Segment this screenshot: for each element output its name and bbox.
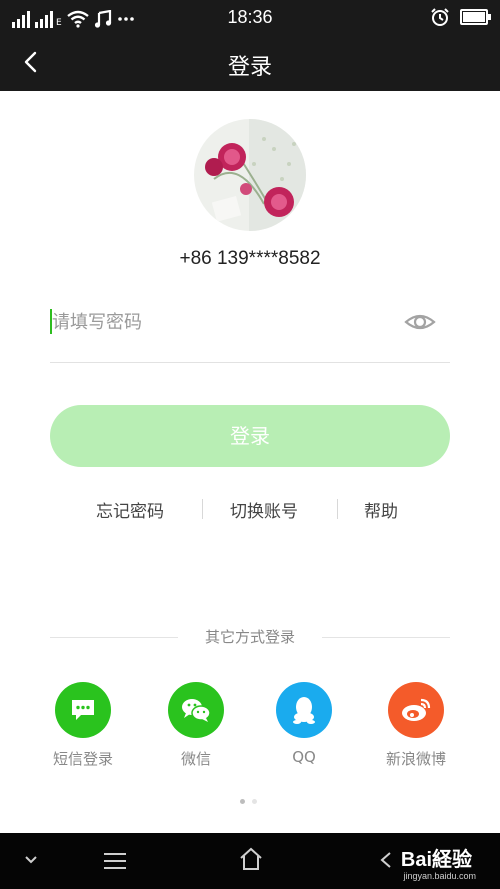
login-method-weibo[interactable]: 新浪微博 xyxy=(366,682,466,769)
qq-icon[interactable] xyxy=(276,682,332,738)
divider xyxy=(337,499,338,519)
watermark-logo: Bai経验 xyxy=(400,849,472,871)
battery-icon xyxy=(460,9,491,25)
home-icon[interactable] xyxy=(238,847,264,871)
login-method-wechat[interactable]: 微信 xyxy=(146,682,246,769)
divider xyxy=(202,499,203,519)
status-icons-right xyxy=(430,7,491,27)
watermark-url: jingyan.baidu.com xyxy=(403,871,476,881)
alarm-icon xyxy=(431,8,449,26)
account-phone: +86 139****8582 xyxy=(179,248,321,269)
login-method-label: 新浪微博 xyxy=(385,750,446,768)
wechat-icon[interactable] xyxy=(168,682,224,738)
switch-account-link[interactable]: 切换账号 xyxy=(230,497,298,522)
avatar xyxy=(194,119,306,231)
page-title: 登录 xyxy=(227,55,272,80)
status-bar: E 18:36 xyxy=(0,0,500,34)
navigation-bar: Bai経验 jingyan.baidu.com xyxy=(0,833,500,889)
login-method-qq[interactable]: QQ xyxy=(254,682,354,766)
page-dot xyxy=(252,799,257,804)
menu-icon[interactable] xyxy=(102,851,128,871)
login-method-label: 微信 xyxy=(180,750,211,768)
login-method-label: QQ xyxy=(292,748,316,766)
page-dot-active xyxy=(240,799,245,804)
sms-icon[interactable] xyxy=(55,682,111,738)
chevron-down-icon[interactable] xyxy=(24,855,38,865)
help-link[interactable]: 帮助 xyxy=(364,497,398,522)
account-links: 忘记密码 切换账号 帮助 xyxy=(50,497,450,523)
page-indicator xyxy=(240,799,257,804)
other-login-header: 其它方式登录 xyxy=(50,626,450,648)
password-input[interactable] xyxy=(52,306,392,338)
back-nav-icon[interactable] xyxy=(378,851,394,869)
divider xyxy=(322,637,450,638)
login-method-sms[interactable]: 短信登录 xyxy=(33,682,133,769)
password-row xyxy=(50,300,450,363)
login-button[interactable]: 登录 xyxy=(50,405,450,467)
weibo-icon[interactable] xyxy=(388,682,444,738)
login-method-label: 短信登录 xyxy=(52,750,113,768)
eye-icon[interactable] xyxy=(404,306,436,338)
title-bar: 登录 xyxy=(0,34,500,91)
forgot-password-link[interactable]: 忘记密码 xyxy=(96,497,164,522)
status-time: 18:36 xyxy=(227,7,273,27)
